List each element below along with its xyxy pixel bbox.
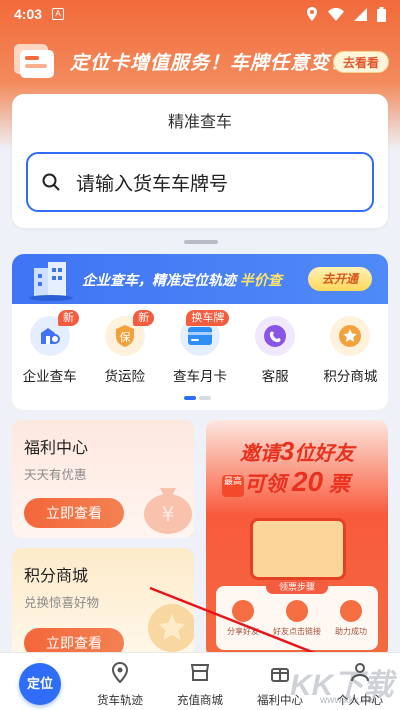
invite-line2-num: 20	[291, 466, 324, 497]
nav-label: 货车轨迹	[97, 695, 143, 707]
nav-label: 充值商城	[177, 695, 223, 707]
location-pin-icon	[111, 661, 129, 684]
service-label: 企业查车	[22, 369, 77, 384]
service-item-points-mall[interactable]: 积分商城	[313, 316, 388, 384]
points-mall-card[interactable]: 积分商城 兑换惊喜好物 立即查看	[12, 548, 194, 658]
wifi-icon	[328, 7, 344, 21]
plate-search-input[interactable]: 请输入货车车牌号	[26, 152, 374, 212]
battery-icon	[377, 6, 386, 22]
notification-icon: A	[52, 8, 65, 20]
points-title: 积分商城	[24, 568, 89, 585]
status-time: 4:03	[14, 6, 43, 22]
location-status-icon	[307, 7, 317, 21]
invite-line1-num: 3	[279, 436, 295, 466]
invite-line1: 邀请3位好友	[206, 436, 388, 467]
nav-item-recharge-shop[interactable]: 充值商城	[160, 661, 240, 708]
enterprise-banner-text-a: 企业查车，精准定位轨迹	[82, 272, 236, 288]
search-icon	[42, 173, 60, 191]
enterprise-panel: 企业查车，精准定位轨迹 半价查 去开通 新 企业查车 保 新 货运险 换车牌 查…	[12, 254, 388, 410]
invite-step: 助力成功	[324, 600, 378, 637]
points-subtitle: 兑换惊喜好物	[24, 596, 100, 610]
welfare-view-button[interactable]: 立即查看	[24, 498, 124, 528]
invite-steps-title: 领票步骤	[266, 580, 328, 594]
invite-line1-b: 位好友	[294, 443, 355, 465]
invite-steps: 领票步骤 分享好友 好友点击链接 助力成功	[216, 580, 378, 650]
service-label: 查车月卡	[172, 369, 227, 384]
pager-indicator	[184, 396, 216, 400]
share-icon	[232, 600, 254, 622]
service-item-enterprise-search[interactable]: 新 企业查车	[12, 310, 87, 384]
search-title: 精准查车	[167, 114, 232, 131]
invite-line1-a: 邀请	[239, 443, 280, 465]
status-bar: 4:03 A	[0, 0, 400, 28]
gift-icon	[271, 668, 289, 682]
invite-line2-b: 票	[328, 473, 350, 496]
svg-text:¥: ¥	[162, 502, 175, 526]
handshake-icon	[340, 600, 362, 622]
signal-icon	[354, 7, 367, 21]
welfare-subtitle: 天天有优惠	[24, 468, 87, 482]
promo-go-button[interactable]: 去看看	[333, 51, 389, 73]
treasure-chest-icon	[250, 518, 346, 580]
pager-dot-active	[184, 396, 196, 400]
money-bag-icon: ¥	[144, 488, 192, 534]
badge-change-plate: 换车牌	[186, 310, 230, 326]
enterprise-banner[interactable]: 企业查车，精准定位轨迹 半价查 去开通	[12, 254, 388, 304]
link-icon	[286, 600, 308, 622]
invite-step: 分享好友	[216, 600, 270, 637]
watermark-url: www.kkx.net	[320, 695, 376, 706]
enterprise-open-button[interactable]: 去开通	[308, 267, 372, 291]
drag-handle[interactable]	[184, 240, 218, 244]
nav-item-truck-track[interactable]: 货车轨迹	[80, 661, 160, 708]
invite-step-label: 助力成功	[335, 627, 367, 636]
promo-text: 定位卡增值服务！车牌任意变！	[70, 53, 351, 74]
promo-banner[interactable]: 定位卡增值服务！车牌任意变！ 去看看	[0, 38, 400, 86]
invite-step-label: 分享好友	[227, 627, 259, 636]
badge-new: 新	[58, 310, 79, 326]
service-item-customer-service[interactable]: 客服	[238, 316, 313, 384]
service-item-insurance[interactable]: 保 新 货运险	[87, 310, 162, 384]
badge-new: 新	[133, 310, 155, 326]
welfare-title: 福利中心	[24, 440, 89, 457]
service-item-monthly-card[interactable]: 换车牌 查车月卡	[162, 310, 237, 384]
locate-button[interactable]: 定位	[19, 663, 61, 705]
invite-line2: 可领 20 票	[206, 466, 388, 498]
points-mall-icon	[330, 316, 371, 356]
invite-friends-ad[interactable]: 邀请3位好友 最高 可领 20 票 领票步骤 分享好友 好友点击链接 助力成功	[206, 420, 388, 658]
customer-service-icon	[255, 316, 296, 356]
insurance-glyph: 保	[119, 330, 130, 344]
search-card: 精准查车 请输入货车车牌号	[12, 94, 388, 228]
enterprise-banner-text-b: 半价查	[239, 272, 282, 288]
welfare-card[interactable]: 福利中心 天天有优惠 立即查看 ¥	[12, 420, 194, 538]
invite-step-label: 好友点击链接	[273, 627, 321, 636]
star-coin-icon	[148, 604, 194, 652]
service-label: 客服	[261, 369, 289, 384]
search-placeholder: 请输入货车车牌号	[76, 173, 229, 195]
shop-icon	[190, 664, 210, 681]
building-icon	[29, 262, 73, 301]
location-card-icon	[14, 44, 54, 78]
pager-dot	[199, 396, 211, 400]
invite-step: 好友点击链接	[270, 600, 324, 637]
service-label: 货运险	[104, 369, 146, 384]
enterprise-banner-text: 企业查车，精准定位轨迹 半价查	[82, 270, 282, 290]
invite-line2-a: 可领	[244, 473, 287, 496]
service-icon-row: 新 企业查车 保 新 货运险 换车牌 查车月卡 客服 积分商城	[12, 310, 388, 384]
service-label: 积分商城	[323, 369, 378, 384]
